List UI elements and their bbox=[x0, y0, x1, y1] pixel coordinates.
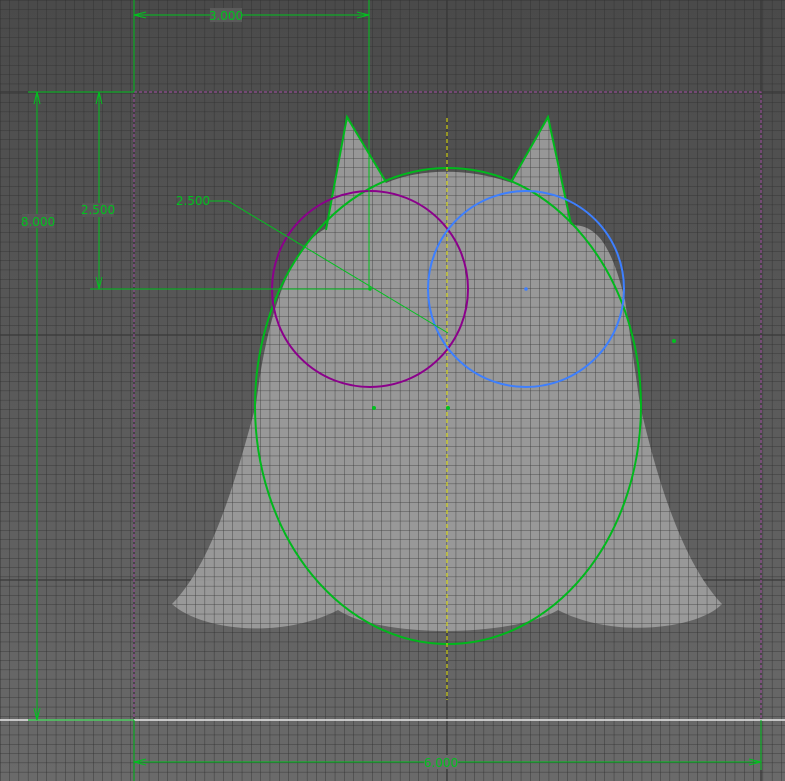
cad-sketch-viewport[interactable]: 3.000 8.000 2.500 2.500 6.000 bbox=[0, 0, 785, 781]
sketch-canvas[interactable]: 3.000 8.000 2.500 2.500 6.000 bbox=[0, 0, 785, 781]
right-eye-center-point[interactable] bbox=[524, 287, 528, 291]
dimension-width-bottom[interactable]: 6.000 bbox=[424, 756, 458, 770]
dimension-width-top[interactable]: 3.000 bbox=[209, 9, 243, 23]
dimension-height-inner[interactable]: 2.500 bbox=[81, 203, 115, 217]
sketch-point[interactable] bbox=[372, 406, 376, 410]
sketch-point[interactable] bbox=[446, 406, 450, 410]
dimension-radius[interactable]: 2.500 bbox=[176, 194, 210, 208]
dimension-height-left[interactable]: 8.000 bbox=[21, 215, 55, 229]
sketch-point[interactable] bbox=[672, 339, 676, 343]
